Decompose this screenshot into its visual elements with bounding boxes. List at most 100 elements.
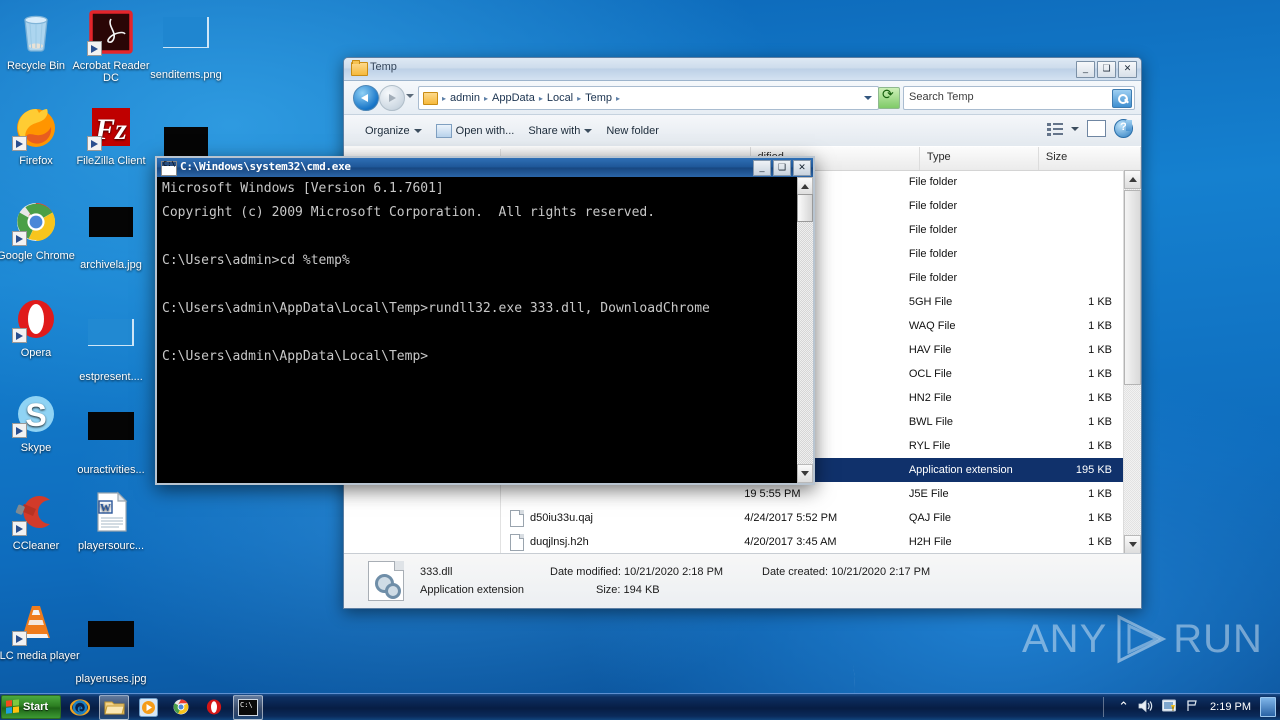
svg-text:S: S [25, 397, 46, 433]
close-button[interactable]: ✕ [1118, 61, 1137, 78]
maximize-button[interactable]: ❑ [1097, 61, 1116, 78]
file-size-cell: 1 KB [1088, 296, 1113, 308]
desktop-icon-archivela-jpg[interactable]: archivela.jpg [65, 198, 157, 271]
file-type-cell: WAQ File [908, 320, 956, 332]
taskbar-cmd-icon[interactable]: C:\ [233, 694, 263, 720]
scroll-up-button[interactable] [1124, 170, 1141, 189]
cmd-scrollbar[interactable] [797, 177, 813, 483]
minimize-button[interactable]: _ [1076, 61, 1095, 78]
file-list-scrollbar[interactable] [1123, 170, 1141, 554]
table-row[interactable]: 19 5:55 PM J5E File 1 KB [501, 482, 1124, 506]
new-folder-button[interactable]: New folder [599, 122, 666, 140]
cmd-title-bar[interactable]: C:\Windows\system32\cmd.exe _ ❑ ✕ [157, 158, 813, 177]
anyrun-play-icon [1113, 614, 1167, 664]
change-view-icon[interactable] [1047, 122, 1063, 136]
acrobat-reader-icon [87, 8, 135, 56]
taskbar-windows-explorer-icon[interactable] [99, 694, 129, 720]
clock[interactable]: 2:19 PM [1210, 701, 1251, 713]
system-tray: ⌃ ! 2:19 PM [1118, 694, 1276, 720]
file-size-cell: 1 KB [1088, 416, 1113, 428]
file-type-cell: QAJ File [908, 512, 952, 524]
details-size-value: 194 KB [623, 584, 660, 596]
breadcrumb-item-appdata[interactable]: AppData [489, 92, 538, 104]
scrollbar-thumb[interactable] [1124, 190, 1141, 385]
search-icon[interactable] [1112, 89, 1132, 108]
cmd-icon [161, 160, 177, 176]
desktop-icon-senditems-png[interactable]: senditems.png [140, 8, 232, 81]
file-size-cell: 1 KB [1088, 392, 1113, 404]
desktop-icon-estpresent[interactable]: estpresent.... [65, 308, 157, 383]
table-row[interactable]: d50iu33u.qaj 4/24/2017 5:52 PM QAJ File 1 K… [501, 506, 1124, 530]
show-desktop-button[interactable] [1260, 697, 1276, 717]
forward-button[interactable] [379, 85, 405, 111]
cmd-window[interactable]: C:\Windows\system32\cmd.exe _ ❑ ✕ Micros… [155, 156, 815, 485]
file-icon [510, 509, 524, 527]
start-button[interactable]: Start [1, 695, 61, 719]
file-type-cell: J5E File [908, 488, 949, 500]
open-with-button[interactable]: Open with... [429, 121, 522, 141]
recent-pages-chevron-down-icon[interactable] [406, 94, 414, 98]
anyrun-watermark: ANY RUN [1022, 614, 1263, 664]
cmd-window-title: C:\Windows\system32\cmd.exe [180, 160, 351, 173]
details-date-modified-label: Date modified: [550, 566, 621, 578]
table-row[interactable]: duqjlnsj.h2h 4/20/2017 3:45 AM H2H File 1 K… [501, 530, 1124, 554]
column-header-size[interactable]: Size [1039, 147, 1141, 170]
file-icon [510, 533, 524, 551]
chrome-icon [12, 198, 60, 246]
minimize-button[interactable]: _ [753, 160, 771, 176]
breadcrumb-item-temp[interactable]: Temp [582, 92, 615, 104]
console-line: C:\Users\admin\AppData\Local\Temp> [162, 349, 429, 364]
anyrun-text-left: ANY [1022, 616, 1108, 661]
share-with-button[interactable]: Share with [521, 122, 599, 140]
breadcrumb[interactable]: ▸ admin ▸ AppData ▸ Local ▸ Temp ▸ [418, 86, 879, 110]
column-header-type[interactable]: Type [920, 147, 1039, 170]
action-center-icon[interactable]: ! [1162, 699, 1177, 716]
back-button[interactable] [353, 85, 379, 111]
scroll-down-button[interactable] [797, 464, 813, 483]
console-line: C:\Users\admin>cd %temp% [162, 253, 350, 268]
view-chevron-down-icon[interactable] [1071, 126, 1079, 131]
preview-pane-icon[interactable] [1087, 120, 1106, 137]
desktop-icon-playersource-doc[interactable]: W playersourc... [65, 488, 157, 552]
address-chevron-down-icon[interactable] [864, 96, 872, 100]
desktop-icon-playeruses-jpg[interactable]: playeruses.jpg [65, 610, 157, 685]
file-size-cell: 1 KB [1088, 488, 1113, 500]
scroll-down-button[interactable] [1124, 535, 1141, 554]
taskbar[interactable]: Start e C:\ ⌃ ! 2:19 PM [0, 693, 1280, 720]
explorer-toolbar: Organize Open with... Share with New fol… [344, 115, 1141, 147]
search-input[interactable]: Search Temp [903, 86, 1135, 110]
close-button[interactable]: ✕ [793, 160, 811, 176]
refresh-button[interactable] [878, 86, 900, 109]
vlc-icon [12, 598, 60, 646]
details-date-modified-value: 10/21/2020 2:18 PM [624, 566, 724, 578]
desktop-icon-ouractivities[interactable]: ouractivities... [65, 403, 157, 476]
open-with-icon [435, 123, 452, 138]
scrollbar-thumb[interactable] [797, 194, 813, 222]
details-filetype: Application extension [420, 584, 524, 596]
taskbar-internet-explorer-icon[interactable]: e [66, 696, 94, 719]
details-filename: 333.dll [420, 566, 453, 578]
explorer-title-bar[interactable]: Temp _ ❑ ✕ [344, 58, 1141, 81]
breadcrumb-item-local[interactable]: Local [544, 92, 576, 104]
file-type-cell: 5GH File [908, 296, 953, 308]
organize-button[interactable]: Organize [358, 122, 429, 140]
file-type-cell: HN2 File [908, 392, 952, 404]
network-icon[interactable] [1186, 699, 1201, 716]
volume-icon[interactable] [1138, 699, 1153, 716]
file-type-cell: H2H File [908, 536, 952, 548]
taskbar-chrome-icon[interactable] [167, 696, 195, 719]
breadcrumb-item-admin[interactable]: admin [447, 92, 483, 104]
show-hidden-icons-icon[interactable]: ⌃ [1118, 699, 1129, 715]
tray-divider [1103, 697, 1104, 717]
svg-text:!: ! [1172, 707, 1174, 713]
maximize-button[interactable]: ❑ [773, 160, 791, 176]
folder-icon [351, 60, 368, 76]
cmd-console-output[interactable]: Microsoft Windows [Version 6.1.7601] Copy… [157, 177, 797, 483]
file-name-cell: duqjlnsj.h2h [501, 533, 744, 551]
shortcut-overlay-icon [12, 521, 27, 536]
recycle-bin-icon [12, 8, 60, 56]
taskbar-opera-icon[interactable] [200, 696, 228, 719]
taskbar-media-player-icon[interactable] [134, 696, 162, 719]
